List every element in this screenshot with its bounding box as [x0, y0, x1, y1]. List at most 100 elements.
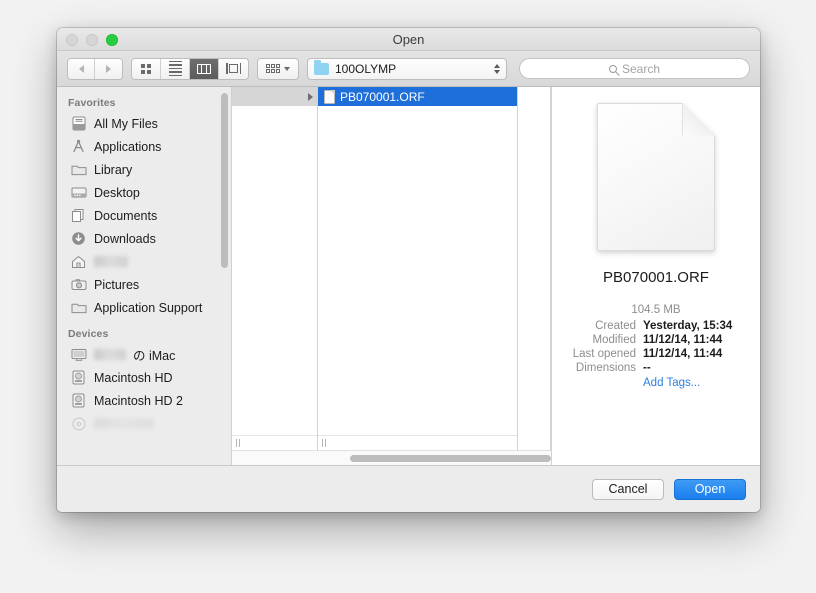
sidebar-item-pictures[interactable]: Pictures — [57, 273, 231, 296]
sidebar-item-label: Macintosh HD — [94, 370, 173, 385]
document-icon — [324, 89, 335, 104]
search-icon — [608, 64, 617, 73]
table-row[interactable] — [232, 87, 317, 106]
browser-column-2[interactable]: PB070001.ORF — [318, 87, 518, 450]
arrange-button-group — [257, 57, 299, 80]
scrollbar-thumb[interactable] — [350, 454, 551, 462]
metadata-value: Yesterday, 15:34 — [643, 320, 733, 332]
browser-columns: PB070001.ORF — [232, 87, 551, 450]
cancel-button[interactable]: Cancel — [592, 478, 664, 500]
close-button[interactable] — [66, 34, 78, 46]
preview-pane: PB070001.ORF 104.5 MB Created Yesterday,… — [551, 87, 760, 465]
sidebar-item-applications[interactable]: Applications — [57, 135, 231, 158]
sidebar-item-label-clipped — [94, 418, 154, 429]
open-dialog: Open 100OLYMP Search Favorites All My Fi… — [57, 28, 760, 512]
sidebar-item-label: Downloads — [94, 231, 156, 246]
navigation-buttons — [67, 57, 123, 80]
sidebar-section-favorites-title: Favorites — [68, 97, 116, 109]
folder-icon — [70, 300, 87, 316]
icon-view-icon — [141, 63, 151, 74]
minimize-button[interactable] — [86, 34, 98, 46]
table-row[interactable]: PB070001.ORF — [318, 87, 517, 106]
preview-metadata: Created Yesterday, 15:34 Modified 11/12/… — [552, 320, 760, 374]
sidebar-fade — [57, 451, 231, 465]
sidebar-item-application-support[interactable]: Application Support — [57, 296, 231, 319]
metadata-label: Created — [595, 320, 636, 332]
home-icon — [70, 254, 87, 270]
metadata-label: Dimensions — [575, 362, 636, 374]
sidebar-item-downloads[interactable]: Downloads — [57, 227, 231, 250]
sidebar-item-label-blurred — [94, 349, 126, 360]
list-view-icon — [168, 60, 182, 77]
search-input[interactable]: Search — [519, 58, 750, 79]
folder-icon — [70, 162, 87, 178]
sidebar-item-label: Application Support — [94, 300, 203, 315]
sidebar-item-library[interactable]: Library — [57, 158, 231, 181]
sidebar-item-label — [94, 256, 128, 267]
sidebar-item-label: Documents — [94, 208, 158, 223]
sidebar-item-macintosh-hd[interactable]: Macintosh HD — [57, 366, 231, 389]
imac-icon — [70, 347, 87, 363]
pictures-icon — [70, 277, 87, 293]
view-mode-icon-button[interactable] — [132, 58, 161, 79]
metadata-value: -- — [643, 362, 651, 374]
sidebar-item-documents[interactable]: Documents — [57, 204, 231, 227]
dialog-body: Favorites All My Files Applications Libr… — [57, 87, 760, 465]
open-button[interactable]: Open — [674, 478, 746, 500]
documents-icon — [70, 208, 87, 224]
disclosure-triangle-icon — [308, 92, 313, 101]
window-title: Open — [392, 32, 425, 47]
optical-disc-icon — [70, 416, 87, 432]
sidebar-item-label: Applications — [94, 139, 162, 154]
metadata-value: 11/12/14, 11:44 — [643, 348, 723, 360]
metadata-label: Last opened — [572, 348, 636, 360]
traffic-lights — [66, 34, 118, 46]
document-icon — [597, 103, 715, 251]
downloads-icon — [70, 231, 87, 247]
harddisk-icon — [70, 393, 87, 409]
horizontal-scrollbar[interactable] — [232, 450, 551, 465]
column-view-icon — [197, 63, 211, 74]
browser-column-1[interactable] — [232, 87, 318, 450]
desktop-icon — [70, 185, 87, 201]
sidebar-section-devices-title: Devices — [68, 328, 109, 340]
path-popup-stepper — [494, 63, 500, 74]
view-mode-buttons — [131, 57, 249, 80]
column-browser: PB070001.ORF — [232, 87, 551, 465]
arrange-button[interactable] — [258, 58, 298, 79]
title-bar: Open — [57, 28, 760, 51]
column-resize-grip[interactable] — [318, 435, 517, 450]
sidebar-item-desktop[interactable]: Desktop — [57, 181, 231, 204]
applications-icon — [70, 139, 87, 155]
back-button[interactable] — [68, 58, 95, 79]
zoom-button[interactable] — [106, 34, 118, 46]
sidebar-item-macintosh-hd-2[interactable]: Macintosh HD 2 — [57, 389, 231, 412]
view-mode-coverflow-button[interactable] — [219, 58, 248, 79]
sidebar-item-home[interactable] — [57, 250, 231, 273]
sidebar[interactable]: Favorites All My Files Applications Libr… — [57, 87, 232, 465]
sidebar-scrollbar[interactable] — [221, 93, 228, 268]
harddisk-icon — [70, 370, 87, 386]
sidebar-item-all-my-files[interactable]: All My Files — [57, 112, 231, 135]
preview-file-size: 104.5 MB — [631, 304, 681, 316]
browser-column-3[interactable] — [518, 87, 551, 450]
forward-button[interactable] — [95, 58, 122, 79]
toolbar: 100OLYMP Search — [57, 51, 760, 87]
sidebar-item-imac[interactable]: の iMac — [57, 343, 231, 366]
preview-filename: PB070001.ORF — [603, 269, 709, 286]
column-resize-grip[interactable] — [232, 435, 317, 450]
add-tags-link[interactable]: Add Tags... — [552, 377, 700, 389]
folder-icon — [314, 60, 329, 75]
path-popup-label: 100OLYMP — [335, 61, 397, 76]
sidebar-item-clipped[interactable] — [57, 412, 231, 435]
sidebar-item-label: Desktop — [94, 185, 140, 200]
view-mode-list-button[interactable] — [161, 58, 190, 79]
coverflow-view-icon — [226, 63, 241, 74]
metadata-label: Modified — [592, 334, 636, 346]
back-arrow-icon — [78, 64, 84, 73]
arrange-grid-icon — [266, 64, 280, 73]
path-popup-button[interactable]: 100OLYMP — [307, 57, 507, 80]
view-mode-column-button[interactable] — [190, 58, 219, 79]
all-my-files-icon — [70, 116, 87, 132]
dialog-footer: Cancel Open — [57, 465, 760, 512]
